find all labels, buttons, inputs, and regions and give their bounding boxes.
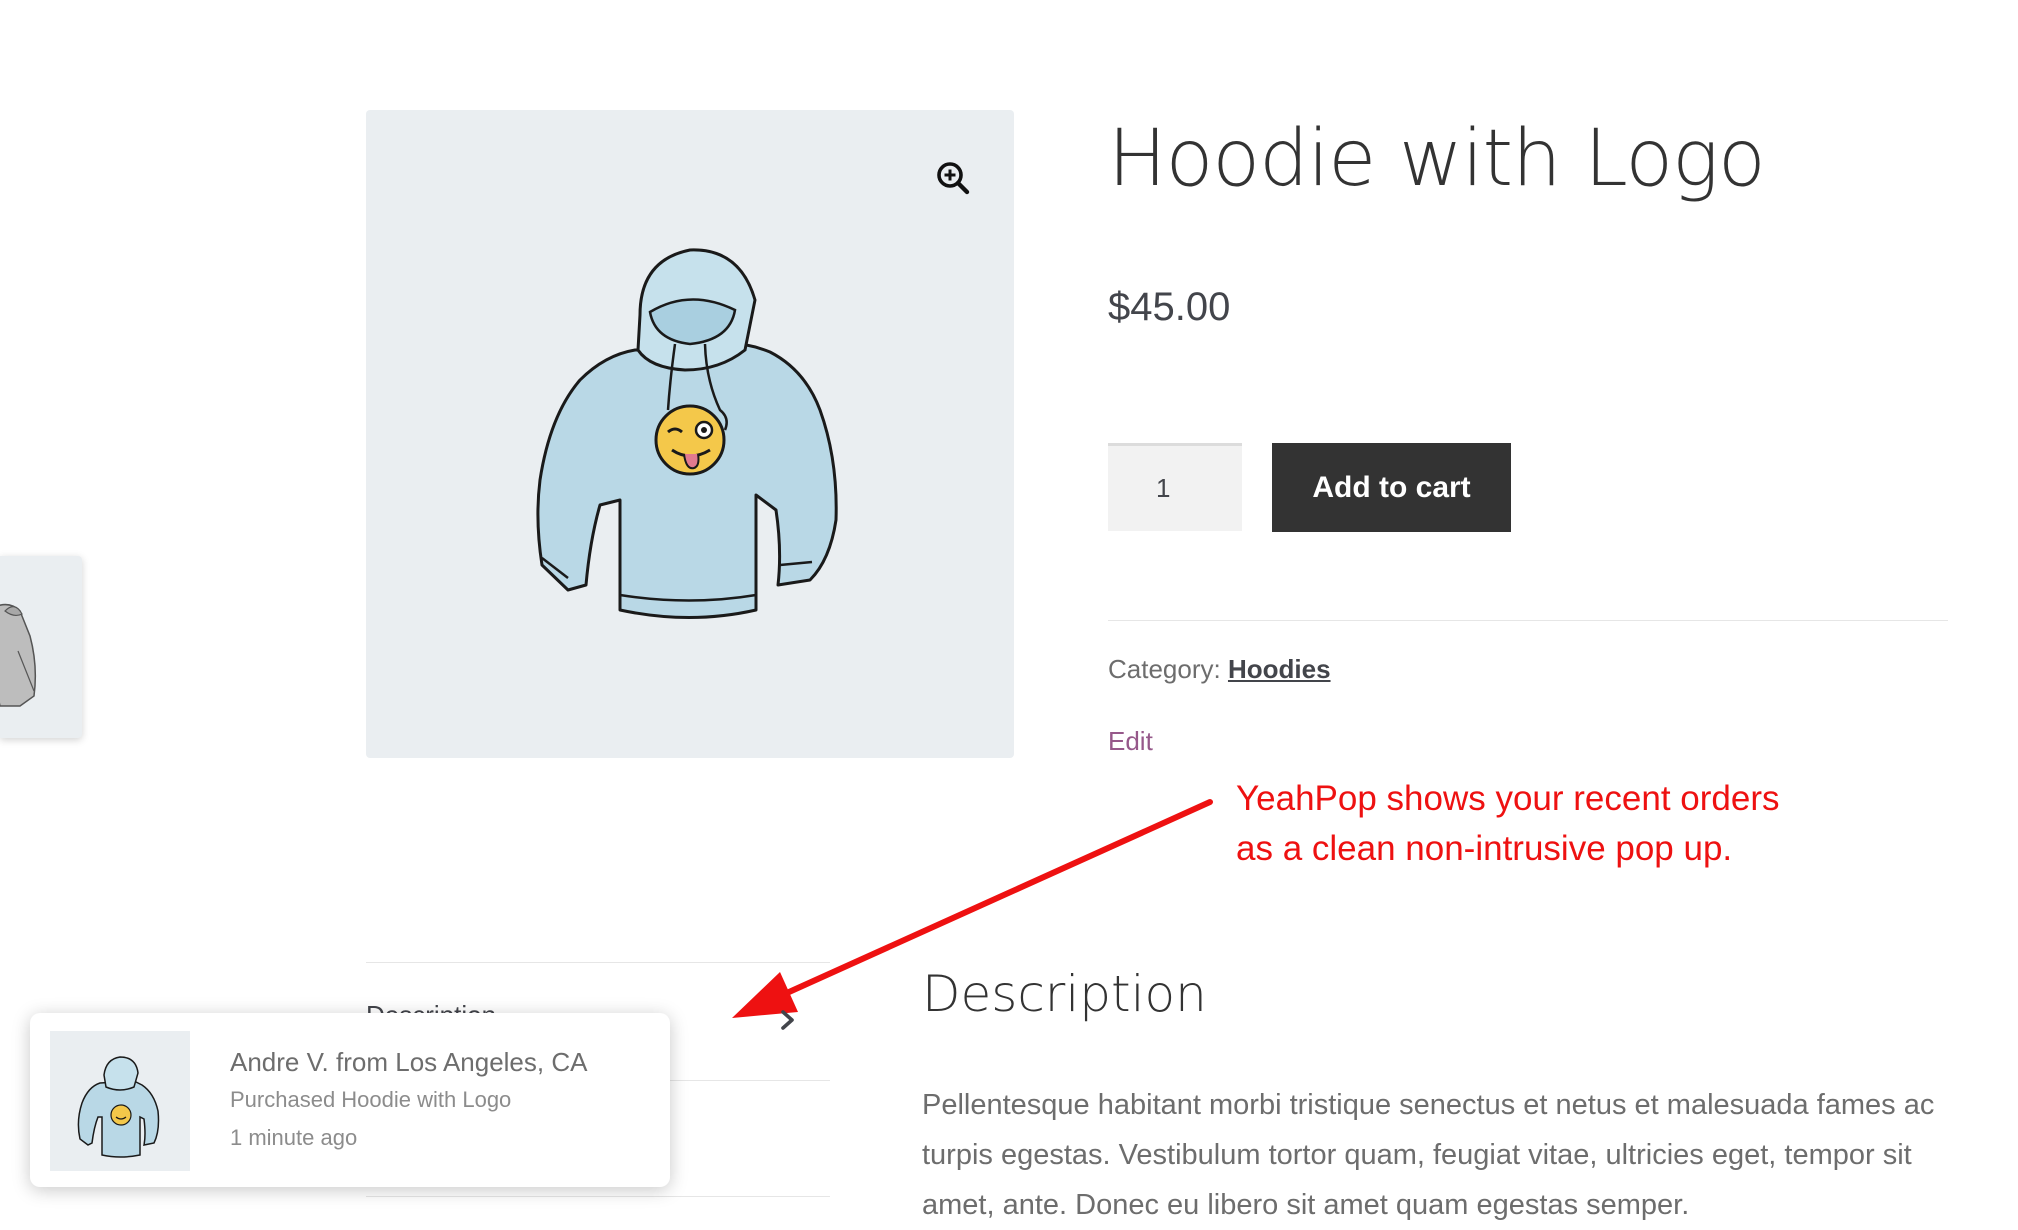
category-link-hoodies[interactable]: Hoodies	[1228, 654, 1331, 684]
tab-divider-top	[366, 962, 830, 963]
quantity-input[interactable]	[1108, 443, 1242, 531]
popup-customer: Andre V. from Los Angeles, CA	[230, 1047, 588, 1077]
popup-product-thumbnail	[50, 1031, 190, 1171]
grey-hoodie-thumbnail-art	[0, 603, 37, 707]
product-category: Category: Hoodies	[1108, 654, 1331, 685]
category-label: Category:	[1108, 654, 1221, 684]
popup-action: Purchased Hoodie with Logo	[230, 1087, 512, 1112]
annotation-text: YeahPop shows your recent orders as a cl…	[1236, 774, 1936, 874]
gallery-side-thumbnail[interactable]	[0, 556, 82, 738]
zoom-button[interactable]	[918, 143, 988, 213]
description-text: Pellentesque habitant morbi tristique se…	[922, 1089, 1935, 1221]
tab-divider-bottom	[366, 1196, 830, 1197]
add-to-cart-button[interactable]: Add to cart	[1272, 443, 1511, 532]
summary-divider	[1108, 620, 1948, 621]
popup-time: 1 minute ago	[230, 1125, 358, 1150]
product-tabs	[366, 962, 830, 963]
popup-hoodie-art	[77, 1056, 160, 1158]
description-heading: Description	[922, 965, 1207, 1023]
annotation-line-1: YeahPop shows your recent orders	[1236, 779, 1780, 818]
recent-order-popup[interactable]: Andre V. from Los Angeles, CA Purchased …	[30, 1013, 670, 1187]
product-title: Hoodie with Logo	[1108, 114, 1766, 204]
product-price: $45.00	[1108, 285, 1231, 329]
chevron-right-icon	[780, 1006, 796, 1038]
hoodie-illustration	[536, 248, 838, 619]
edit-link[interactable]: Edit	[1108, 726, 1153, 757]
annotation-line-2: as a clean non-intrusive pop up.	[1236, 829, 1733, 868]
zoom-in-icon	[937, 162, 970, 195]
